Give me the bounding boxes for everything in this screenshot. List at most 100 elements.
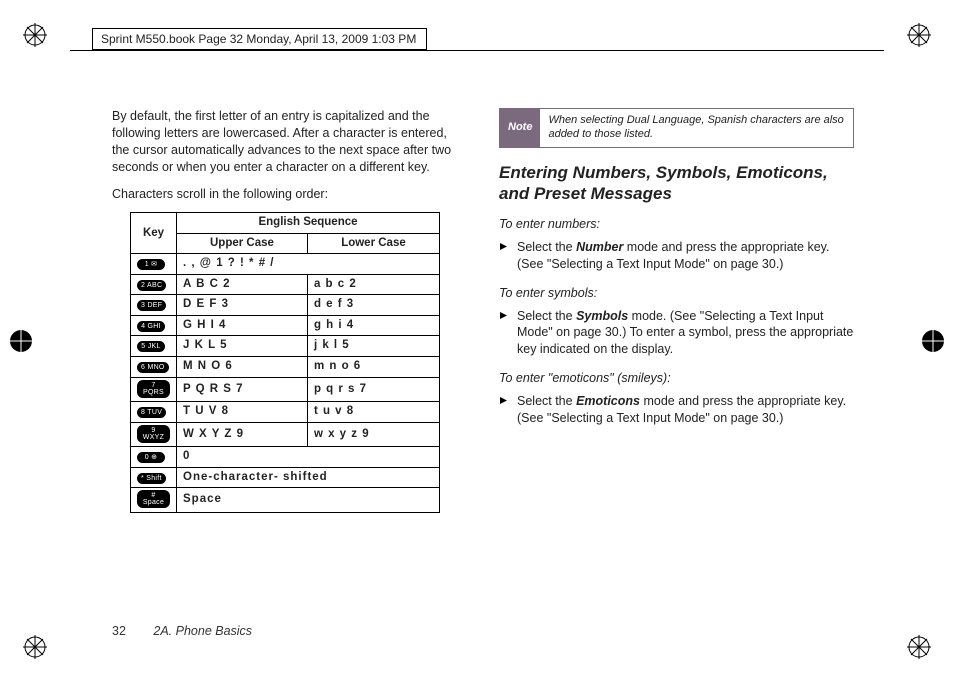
key-cell: 7 PQRS: [131, 377, 177, 402]
table-header-upper: Upper Case: [177, 233, 308, 254]
paragraph: Characters scroll in the following order…: [112, 186, 467, 203]
keycap-icon: 5 JKL: [137, 341, 165, 352]
keycap-icon: 3 DEF: [137, 300, 166, 311]
mode-name: Symbols: [576, 309, 628, 323]
keycap-icon: 9 WXYZ: [137, 425, 170, 443]
crop-mark-icon: [906, 634, 932, 660]
seq-cell: . , @ 1 ? ! * # /: [177, 254, 440, 275]
key-cell: 6 MNO: [131, 356, 177, 377]
table-row: 5 JKL J K L 5j k l 5: [131, 336, 440, 357]
crop-mark-icon: [906, 22, 932, 48]
key-cell: 3 DEF: [131, 295, 177, 316]
table-row: 1 ✉ . , @ 1 ? ! * # /: [131, 254, 440, 275]
subheading: To enter numbers:: [499, 216, 854, 233]
table-row: # Space Space: [131, 488, 440, 513]
keycap-icon: 4 GHI: [137, 321, 165, 332]
table-row: 8 TUV T U V 8t u v 8: [131, 402, 440, 423]
left-column: By default, the first letter of an entry…: [112, 108, 467, 622]
lower-cell: p q r s 7: [307, 377, 439, 402]
upper-cell: J K L 5: [177, 336, 308, 357]
key-cell: * Shift: [131, 467, 177, 488]
lower-cell: a b c 2: [307, 274, 439, 295]
keycap-icon: 0 ⊕: [137, 452, 165, 463]
header-rule: [70, 50, 884, 51]
table-row: 4 GHI G H I 4g h i 4: [131, 315, 440, 336]
keycap-icon: 8 TUV: [137, 407, 166, 418]
table-row: 9 WXYZ W X Y Z 9w x y z 9: [131, 422, 440, 447]
lower-cell: j k l 5: [307, 336, 439, 357]
bullet-item: Select the Symbols mode. (See "Selecting…: [499, 308, 854, 359]
crop-mark-icon: [22, 634, 48, 660]
table-header-key: Key: [131, 213, 177, 254]
lower-cell: g h i 4: [307, 315, 439, 336]
chapter-title: 2A. Phone Basics: [153, 624, 252, 638]
upper-cell: P Q R S 7: [177, 377, 308, 402]
triangle-bullet-icon: [499, 239, 509, 273]
subheading: To enter "emoticons" (smileys):: [499, 370, 854, 387]
triangle-bullet-icon: [499, 308, 509, 359]
paragraph: By default, the first letter of an entry…: [112, 108, 467, 176]
bullet-text: Select the Emoticons mode and press the …: [517, 393, 854, 427]
note-text: When selecting Dual Language, Spanish ch…: [540, 109, 853, 147]
lower-cell: d e f 3: [307, 295, 439, 316]
mode-name: Emoticons: [576, 394, 640, 408]
upper-cell: W X Y Z 9: [177, 422, 308, 447]
key-sequence-table: Key English Sequence Upper Case Lower Ca…: [130, 212, 440, 512]
subheading: To enter symbols:: [499, 285, 854, 302]
bullet-text: Select the Symbols mode. (See "Selecting…: [517, 308, 854, 359]
crop-mark-icon: [920, 328, 946, 354]
bullet-item: Select the Number mode and press the app…: [499, 239, 854, 273]
table-row: 6 MNO M N O 6m n o 6: [131, 356, 440, 377]
note-label: Note: [500, 109, 540, 147]
seq-cell: Space: [177, 488, 440, 513]
triangle-bullet-icon: [499, 393, 509, 427]
lower-cell: w x y z 9: [307, 422, 439, 447]
section-title: Entering Numbers, Symbols, Emoticons, an…: [499, 162, 854, 205]
key-cell: 8 TUV: [131, 402, 177, 423]
upper-cell: G H I 4: [177, 315, 308, 336]
table-row: 0 ⊕ 0: [131, 447, 440, 468]
text: Select the: [517, 309, 576, 323]
text: Select the: [517, 394, 576, 408]
seq-cell: One-character- shifted: [177, 467, 440, 488]
seq-cell: 0: [177, 447, 440, 468]
table-row: 2 ABC A B C 2a b c 2: [131, 274, 440, 295]
upper-cell: M N O 6: [177, 356, 308, 377]
mode-name: Number: [576, 240, 623, 254]
page-footer: 32 2A. Phone Basics: [112, 624, 252, 638]
keycap-icon: 2 ABC: [137, 280, 166, 291]
table-header-lower: Lower Case: [307, 233, 439, 254]
table-row: * Shift One-character- shifted: [131, 467, 440, 488]
key-cell: # Space: [131, 488, 177, 513]
keycap-icon: 7 PQRS: [137, 380, 170, 398]
keycap-icon: * Shift: [137, 473, 166, 484]
table-row: 3 DEF D E F 3d e f 3: [131, 295, 440, 316]
crop-mark-icon: [8, 328, 34, 354]
lower-cell: m n o 6: [307, 356, 439, 377]
key-cell: 5 JKL: [131, 336, 177, 357]
page: Sprint M550.book Page 32 Monday, April 1…: [0, 0, 954, 682]
key-cell: 2 ABC: [131, 274, 177, 295]
page-number: 32: [112, 624, 126, 638]
text: Select the: [517, 240, 576, 254]
document-header: Sprint M550.book Page 32 Monday, April 1…: [92, 28, 427, 50]
key-cell: 9 WXYZ: [131, 422, 177, 447]
right-column: Note When selecting Dual Language, Spani…: [499, 108, 854, 622]
key-cell: 0 ⊕: [131, 447, 177, 468]
lower-cell: t u v 8: [307, 402, 439, 423]
upper-cell: A B C 2: [177, 274, 308, 295]
note-box: Note When selecting Dual Language, Spani…: [499, 108, 854, 148]
content-area: By default, the first letter of an entry…: [112, 108, 854, 622]
upper-cell: T U V 8: [177, 402, 308, 423]
bullet-item: Select the Emoticons mode and press the …: [499, 393, 854, 427]
key-cell: 4 GHI: [131, 315, 177, 336]
table-row: 7 PQRS P Q R S 7p q r s 7: [131, 377, 440, 402]
table-header-seq: English Sequence: [177, 213, 440, 234]
bullet-text: Select the Number mode and press the app…: [517, 239, 854, 273]
keycap-icon: # Space: [137, 490, 170, 508]
crop-mark-icon: [22, 22, 48, 48]
upper-cell: D E F 3: [177, 295, 308, 316]
keycap-icon: 1 ✉: [137, 259, 165, 270]
key-cell: 1 ✉: [131, 254, 177, 275]
keycap-icon: 6 MNO: [137, 362, 169, 373]
